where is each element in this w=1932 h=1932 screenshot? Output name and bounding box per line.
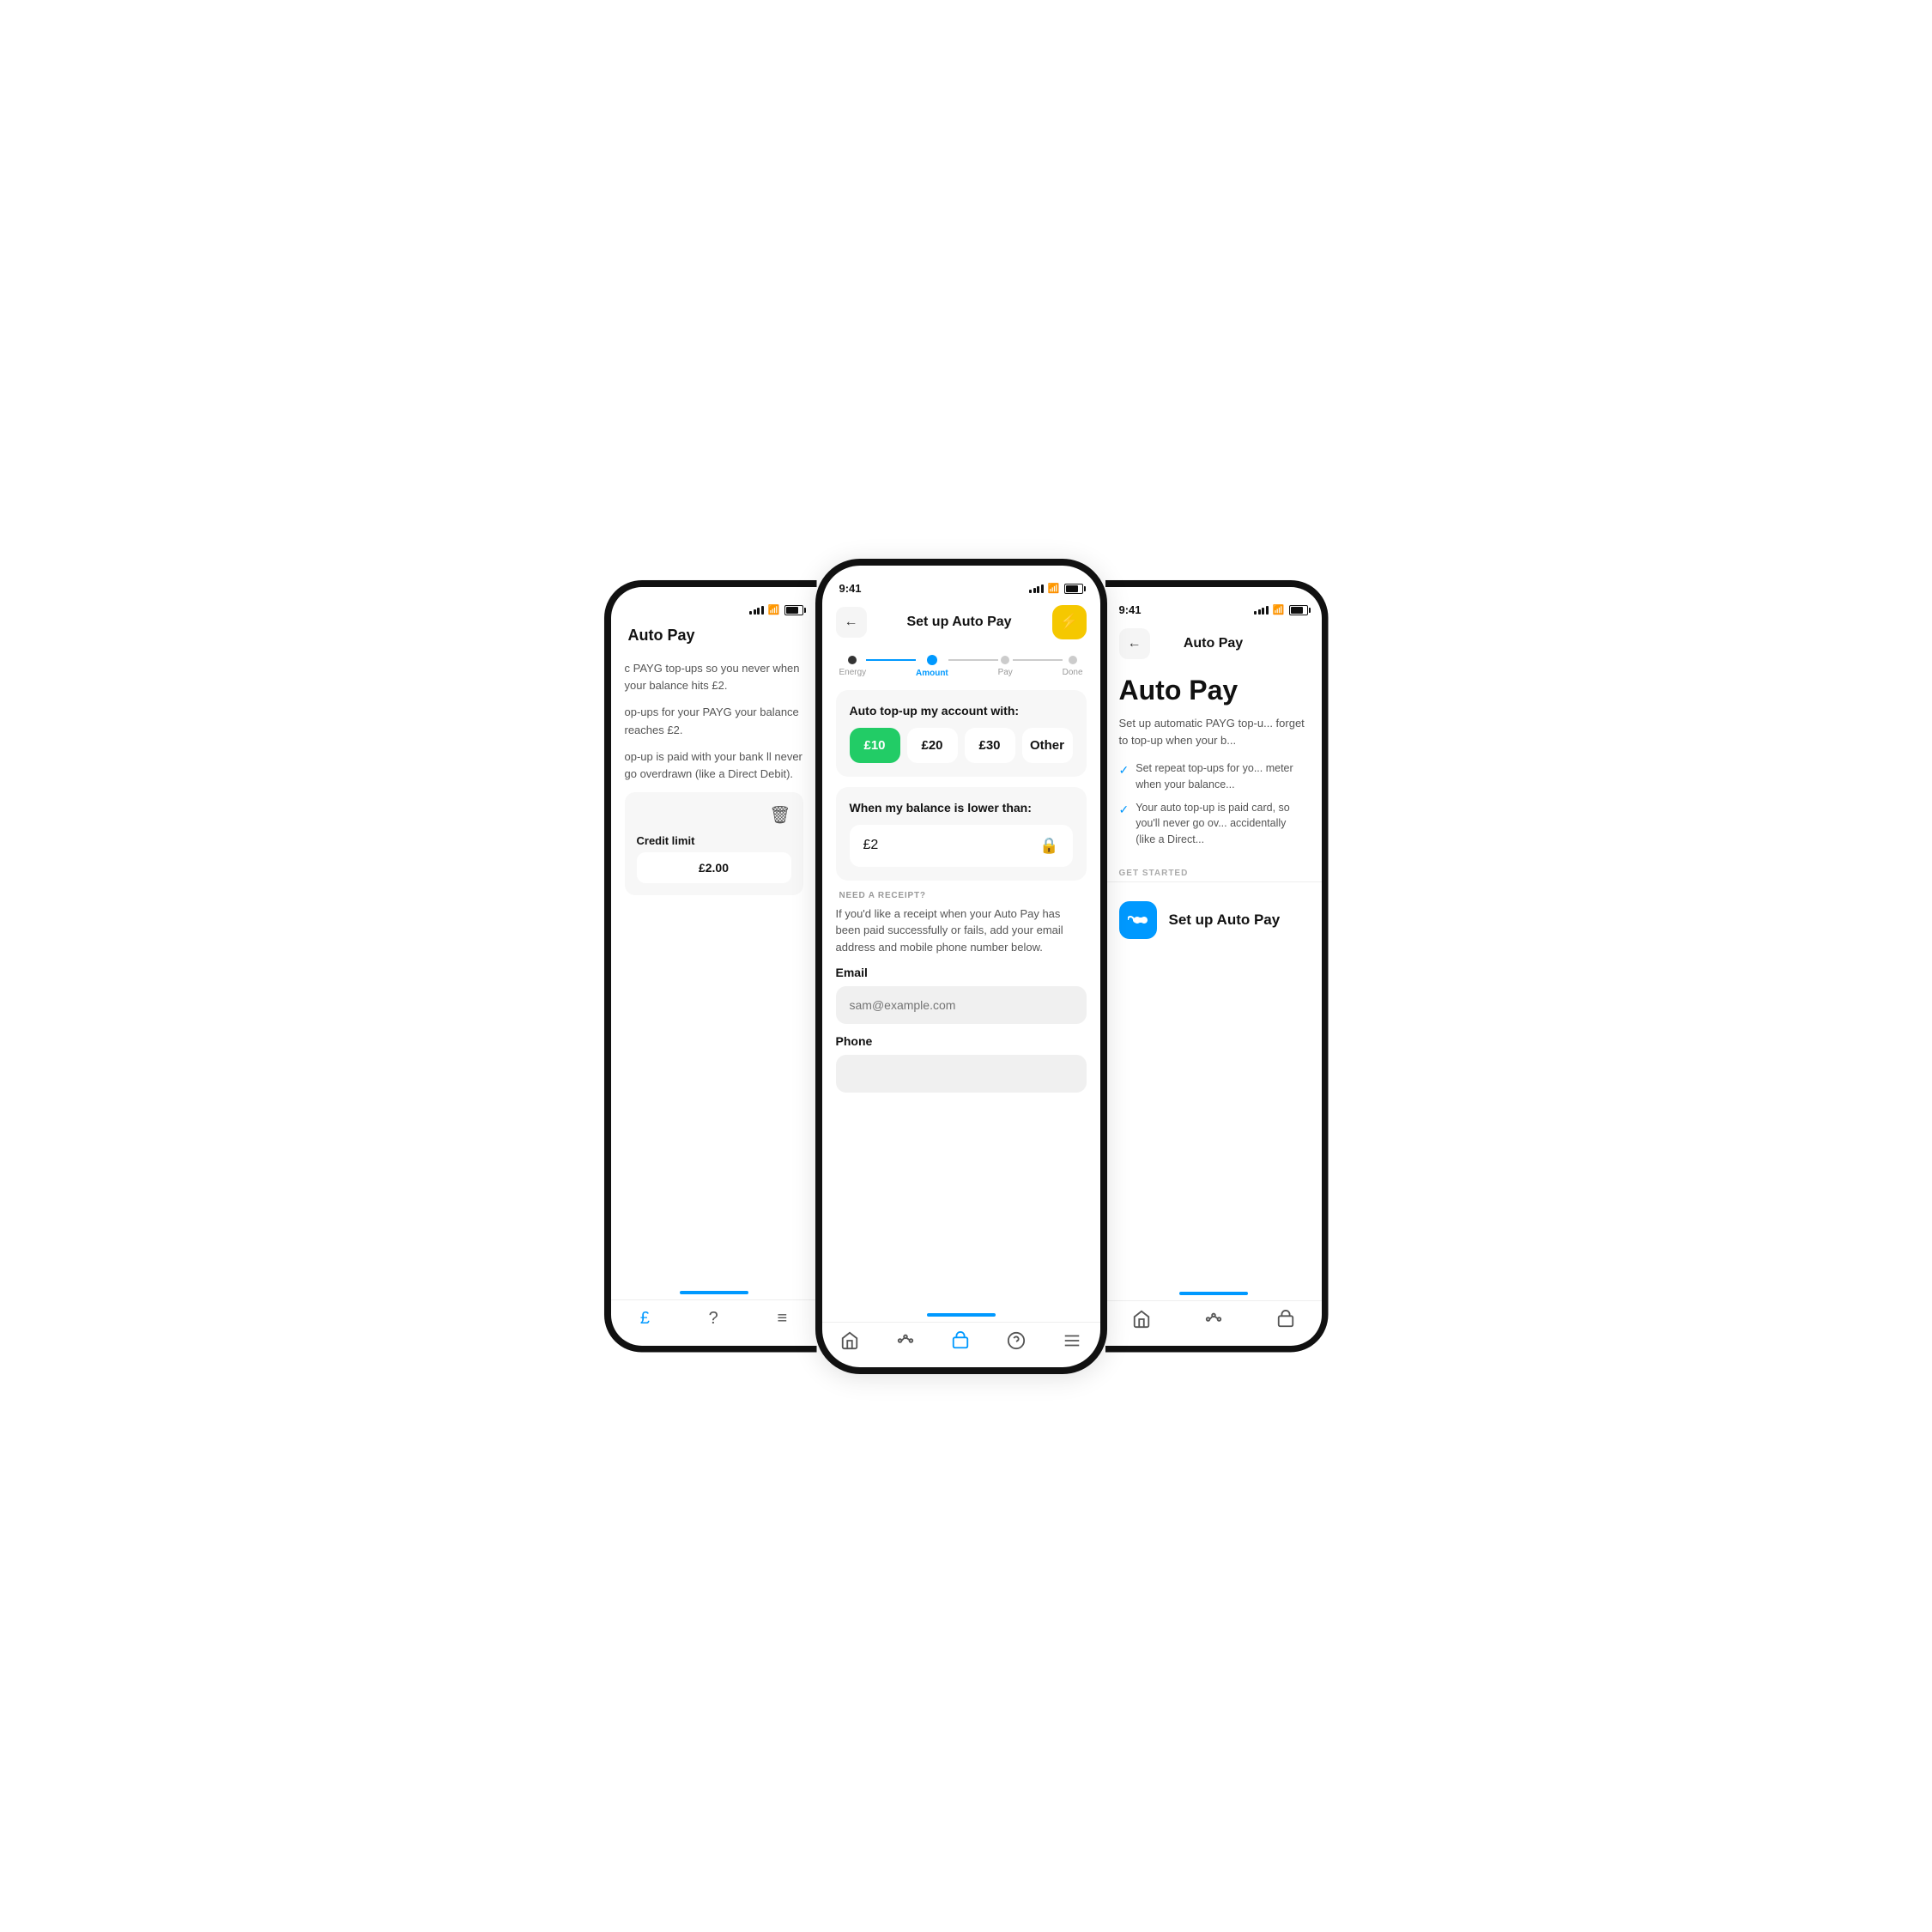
infinity-icon [1119,901,1157,939]
nav-home-right[interactable] [1132,1310,1151,1329]
lightning-action-button[interactable]: ⚡ [1052,605,1087,639]
setup-auto-pay-button[interactable]: Set up Auto Pay [1105,893,1322,948]
bottom-nav-right [1105,1300,1322,1346]
step-label-pay: Pay [998,668,1013,677]
amount-10-button[interactable]: £10 [850,728,900,763]
left-desc-3: op-up is paid with your bank ll never go… [625,748,803,784]
amount-options: £10 £20 £30 Other [850,728,1073,763]
topup-card: Auto top-up my account with: £10 £20 £30… [836,690,1087,777]
left-desc-1: c PAYG top-ups so you never when your ba… [625,660,803,696]
right-nav-header: ← Auto Pay [1105,621,1322,666]
nav-graph-right[interactable] [1204,1310,1223,1329]
progress-stepper: Energy Amount Pay Done [822,645,1100,685]
step-energy: Energy [839,656,867,677]
right-description: Set up automatic PAYG top-u... forget to… [1105,715,1322,751]
receipt-description: If you'd like a receipt when your Auto P… [836,905,1087,956]
credit-limit-value: £2.00 [637,852,791,883]
bottom-indicator-right [1179,1292,1248,1295]
step-line-2 [948,659,998,661]
step-dot-done [1069,656,1077,664]
divider [1105,881,1322,882]
step-done: Done [1063,656,1083,677]
amount-other-button[interactable]: Other [1022,728,1073,763]
nav-pay-center[interactable] [951,1331,970,1350]
check-icon-1: ✓ [1119,761,1130,779]
amount-30-button[interactable]: £30 [965,728,1015,763]
center-nav-title: Set up Auto Pay [906,615,1011,630]
email-field-label: Email [836,966,1087,979]
checklist-item-2: ✓ Your auto top-up is paid card, so you'… [1119,800,1308,848]
bottom-indicator [680,1291,748,1294]
step-dot-energy [848,656,857,664]
nav-icon-pound[interactable]: £ [640,1309,650,1329]
credit-limit-label: Credit limit [637,834,695,847]
delete-icon[interactable]: 🗑 [769,804,790,826]
back-button-right[interactable]: ← [1119,628,1150,659]
step-dot-pay [1001,656,1009,664]
lightning-icon: ⚡ [1059,613,1078,631]
status-time-right: 9:41 [1119,603,1142,616]
balance-value: £2 [863,838,879,853]
status-time-center: 9:41 [839,582,862,595]
step-label-amount: Amount [916,669,948,678]
bottom-nav-left: £ ? ≡ [611,1299,817,1346]
check-icon-2: ✓ [1119,801,1130,819]
balance-input-row: £2 🔒 [850,825,1073,867]
setup-btn-label: Set up Auto Pay [1169,911,1281,929]
step-label-done: Done [1063,668,1083,677]
step-label-energy: Energy [839,668,867,677]
nav-help-center[interactable] [1007,1331,1026,1350]
left-page-title: Auto Pay [625,627,803,645]
back-button-center[interactable]: ← [836,607,867,638]
bottom-nav-center [822,1322,1100,1367]
checklist-item-1: ✓ Set repeat top-ups for yo... meter whe… [1119,760,1308,793]
nav-menu-center[interactable] [1063,1331,1081,1350]
bottom-indicator-center [927,1313,996,1317]
balance-card-title: When my balance is lower than: [850,801,1073,815]
email-input[interactable] [836,986,1087,1024]
balance-card: When my balance is lower than: £2 🔒 [836,787,1087,881]
phone-input[interactable] [836,1055,1087,1093]
step-amount: Amount [916,655,948,678]
step-line-1 [866,659,916,661]
credit-limit-card: 🗑 Credit limit £2.00 [625,792,803,895]
step-pay: Pay [998,656,1013,677]
nav-home-center[interactable] [840,1331,859,1350]
get-started-label: GET STARTED [1105,869,1322,878]
center-nav-header: ← Set up Auto Pay ⚡ [822,600,1100,645]
left-desc-2: op-ups for your PAYG your balance reache… [625,704,803,740]
receipt-label: NEED A RECEIPT? [836,891,1087,900]
phone-field-label: Phone [836,1034,1087,1048]
lock-icon: 🔒 [1039,837,1058,855]
step-line-3 [1013,659,1063,661]
topup-card-title: Auto top-up my account with: [850,704,1073,718]
nav-graph-center[interactable] [896,1331,915,1350]
right-nav-title: Auto Pay [1184,636,1243,651]
right-checklist: ✓ Set repeat top-ups for yo... meter whe… [1105,760,1322,855]
nav-icon-menu[interactable]: ≡ [777,1309,787,1329]
nav-pay-right[interactable] [1276,1310,1295,1329]
nav-icon-help[interactable]: ? [709,1309,718,1329]
step-dot-amount [927,655,937,665]
receipt-section: NEED A RECEIPT? If you'd like a receipt … [836,891,1087,1104]
right-page-title: Auto Pay [1105,666,1322,706]
amount-20-button[interactable]: £20 [907,728,958,763]
